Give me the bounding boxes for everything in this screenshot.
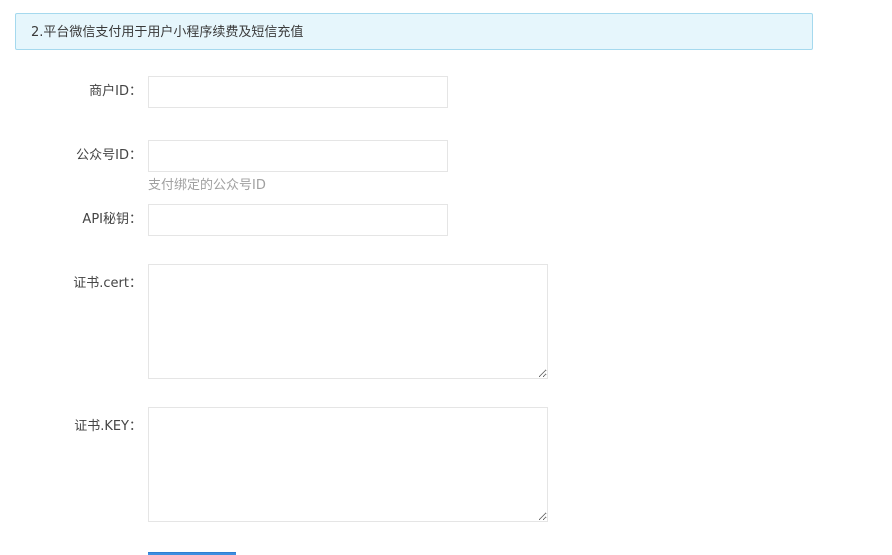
official-account-id-input[interactable] xyxy=(148,140,448,172)
api-key-input[interactable] xyxy=(148,204,448,236)
cert-label: 证书.cert： xyxy=(73,276,142,291)
info-notice: 2.平台微信支付用于用户小程序续费及短信充值 xyxy=(15,13,813,50)
key-textarea[interactable] xyxy=(148,407,548,522)
official-account-id-help: 支付绑定的公众号ID xyxy=(148,178,266,193)
cert-textarea[interactable] xyxy=(148,264,548,379)
merchant-id-input[interactable] xyxy=(148,76,448,108)
key-label: 证书.KEY： xyxy=(74,419,142,434)
merchant-id-label: 商户ID： xyxy=(89,84,142,99)
info-notice-text: 2.平台微信支付用于用户小程序续费及短信充值 xyxy=(31,25,304,40)
official-account-id-label: 公众号ID： xyxy=(76,148,142,163)
wechat-pay-settings-page: 2.平台微信支付用于用户小程序续费及短信充值 商户ID： 公众号ID： 支付绑定… xyxy=(0,0,892,555)
api-key-label: API秘钥： xyxy=(82,212,142,227)
